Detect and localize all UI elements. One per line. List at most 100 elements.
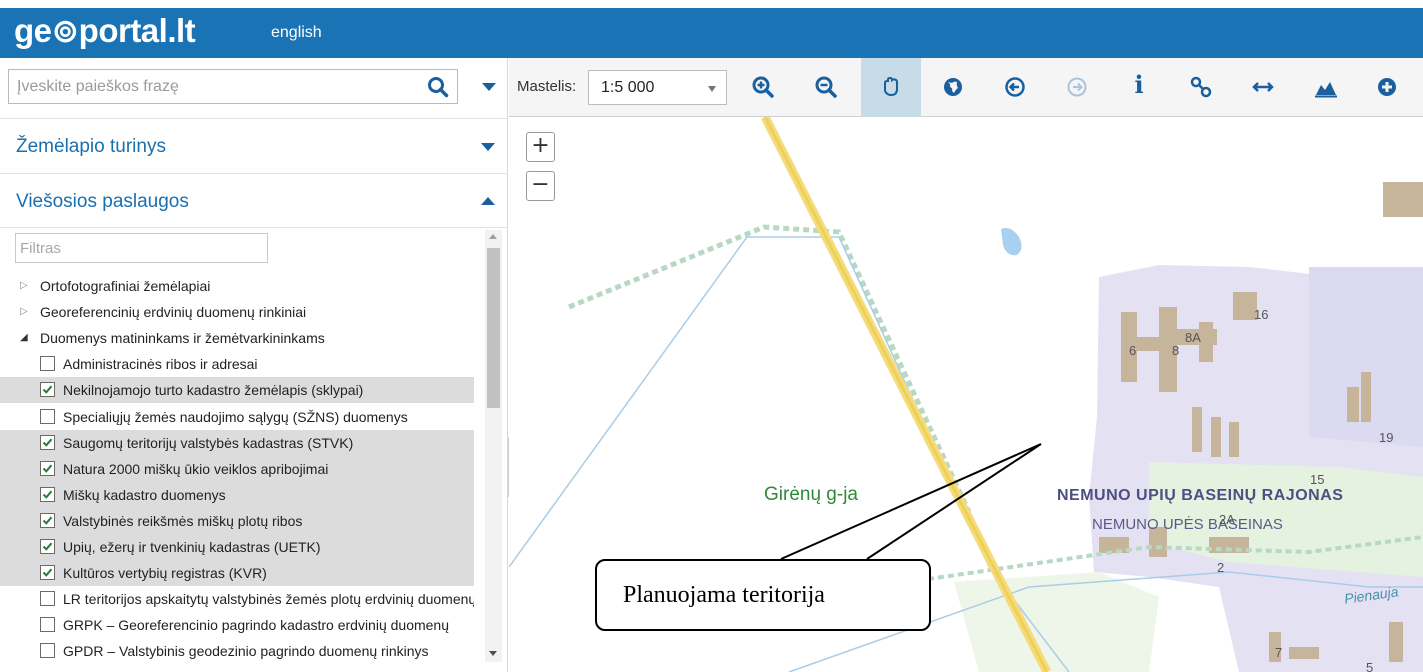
tree-layer-label: Nekilnojamojo turto kadastro žemėlapis (…: [63, 382, 364, 399]
search-options-chevron-down-icon[interactable]: [482, 83, 496, 91]
tree-layer-row[interactable]: Valstybinės reikšmės miškų plotų ribos: [0, 507, 474, 534]
tree-layer-row[interactable]: Specialiųjų žemės naudojimo sąlygų (SŽNS…: [0, 404, 474, 430]
tree-folder[interactable]: ◢ Duomenys matininkams ir žemėtvarkininka…: [0, 325, 474, 351]
checkbox-checked[interactable]: [40, 512, 55, 528]
tree-layer-label: LR teritorijos apskaitytų valstybinės že…: [63, 591, 474, 608]
tree-layer-row[interactable]: LR teritorijos apskaitytų valstybinės že…: [0, 586, 474, 612]
previous-extent-button[interactable]: [985, 58, 1045, 117]
checkmark-icon: [42, 516, 53, 525]
house-number: 2: [1217, 560, 1225, 575]
link-icon: [1190, 76, 1212, 98]
measure-button[interactable]: [1233, 58, 1293, 117]
park-area-west: [954, 572, 1159, 672]
checkbox-checked[interactable]: [40, 434, 55, 450]
scroll-up-icon[interactable]: [489, 234, 497, 239]
track-dashed: [568, 224, 972, 514]
scroll-thumb[interactable]: [487, 248, 500, 408]
chevron-down-icon: [708, 86, 716, 92]
checkbox-checked[interactable]: [40, 382, 55, 398]
callout-box: Planuojama teritorija: [595, 559, 931, 631]
checkbox-checked[interactable]: [40, 460, 55, 476]
callout-text: Planuojama teritorija: [623, 582, 825, 608]
scale-select[interactable]: 1:5 000: [588, 70, 727, 105]
tree-layer-label: Natura 2000 miškų ūkio veiklos apribojim…: [63, 460, 329, 477]
checkbox-unchecked[interactable]: [40, 591, 55, 607]
checkbox-unchecked[interactable]: [40, 356, 55, 372]
tree-folder[interactable]: ▷ Georeferencinių erdvinių duomenų rinkin…: [0, 299, 474, 325]
map-canvas[interactable]: + − Girėnų g-ja NEMUNO UPIŲ BASEINŲ RAJO…: [509, 117, 1423, 672]
checkbox-checked[interactable]: [40, 565, 55, 581]
street-label: Girėnų g-ja: [764, 484, 858, 505]
house-number: 15: [1310, 472, 1325, 487]
checkbox-unchecked[interactable]: [40, 408, 55, 424]
house-number: 19: [1379, 430, 1394, 445]
checkmark-icon: [42, 385, 53, 395]
district-label: NEMUNO UPIŲ BASEINŲ RAJONAS: [1057, 487, 1344, 504]
tree-layer-label: GRPK – Georeferencinio pagrindo kadastro…: [63, 617, 450, 634]
zoom-out-button[interactable]: [796, 58, 856, 117]
tree-folder-label: Ortofotografiniai žemėlapiai: [40, 278, 211, 294]
checkmark-icon: [42, 464, 53, 473]
add-button[interactable]: [1357, 58, 1417, 117]
share-link-button[interactable]: [1171, 58, 1231, 117]
tree-layer-row[interactable]: Upių, ežerų ir tvenkinių kadastras (UETK…: [0, 534, 474, 560]
zoom-in-button[interactable]: [733, 58, 793, 117]
tree-layer-label: Specialiųjų žemės naudojimo sąlygų (SŽNS…: [63, 408, 408, 425]
chevron-up-icon: [481, 197, 495, 205]
tree-layer-row[interactable]: GRPK – Georeferencinio pagrindo kadastro…: [0, 612, 474, 638]
section-public-services[interactable]: Viešosios paslaugos: [0, 173, 508, 228]
identify-button[interactable]: i: [1109, 58, 1169, 117]
house-number: 7: [1275, 645, 1283, 660]
language-link[interactable]: english: [271, 24, 322, 42]
caret-closed-icon[interactable]: ▷: [20, 299, 28, 325]
tree-scrollbar[interactable]: [485, 230, 502, 662]
tree-layer-row[interactable]: Administracinės ribos ir adresai: [0, 351, 474, 377]
tree-layer-row[interactable]: Saugomų teritorijų valstybės kadastras (…: [0, 429, 474, 456]
elevation-profile-button[interactable]: [1295, 58, 1355, 117]
section-public-services-label: Viešosios paslaugos: [16, 191, 189, 212]
checkbox-unchecked[interactable]: [40, 617, 55, 633]
plus-circle-icon: [1378, 78, 1396, 96]
checkmark-icon: [42, 438, 53, 447]
tree-folder[interactable]: ▷ Ortofotografiniai žemėlapiai: [0, 273, 474, 299]
map-zoom-out-button[interactable]: −: [526, 171, 555, 201]
map-zoom-in-button[interactable]: +: [526, 132, 555, 162]
scroll-down-icon[interactable]: [489, 651, 497, 656]
top-strip: [0, 0, 1423, 8]
left-panel: Žemėlapio turinys Viešosios paslaugos ▷ O…: [0, 58, 508, 672]
tree-layer-label: Valstybinės reikšmės miškų plotų ribos: [63, 512, 303, 529]
scale-label: Mastelis:: [517, 78, 577, 95]
zoom-out-icon: [815, 76, 837, 98]
tree-layer-row[interactable]: Natura 2000 miškų ūkio veiklos apribojim…: [0, 455, 474, 482]
tree-layer-label: Saugomų teritorijų valstybės kadastras (…: [63, 434, 354, 451]
arrow-right-circle-icon: [1067, 77, 1087, 97]
checkbox-unchecked[interactable]: [40, 643, 55, 659]
house-number: 5: [1366, 660, 1374, 672]
search-input[interactable]: [9, 70, 409, 103]
full-extent-button[interactable]: [923, 58, 983, 117]
checkbox-checked[interactable]: [40, 486, 55, 502]
pan-button[interactable]: [861, 58, 921, 117]
caret-closed-icon[interactable]: ▷: [20, 273, 28, 299]
section-map-content[interactable]: Žemėlapio turinys: [0, 118, 508, 173]
next-extent-button[interactable]: [1047, 58, 1107, 117]
pond: [1001, 228, 1022, 256]
search-box: [8, 69, 458, 104]
filter-input[interactable]: [15, 233, 268, 263]
tree-layer-row[interactable]: Miškų kadastro duomenys: [0, 481, 474, 508]
tree-layer-row[interactable]: GPDR – Valstybinis geodezinio pagrindo d…: [0, 638, 474, 664]
tree-layer-row[interactable]: Nekilnojamojo turto kadastro žemėlapis (…: [0, 377, 474, 404]
house-number: 16: [1254, 307, 1269, 322]
checkbox-checked[interactable]: [40, 539, 55, 554]
tree-layer-label: Upių, ežerų ir tvenkinių kadastras (UETK…: [63, 539, 321, 555]
measure-icon: [1252, 82, 1274, 92]
tree-layer-label: Miškų kadastro duomenys: [63, 486, 226, 503]
geoportal-logo[interactable]: ge⊚portal.lt: [14, 13, 196, 49]
chevron-down-icon: [481, 143, 495, 151]
caret-open-icon[interactable]: ◢: [20, 325, 28, 351]
checkmark-icon: [42, 490, 53, 499]
search-icon[interactable]: [427, 76, 449, 98]
hand-icon: [884, 76, 898, 97]
tree-layer-row[interactable]: Kultūros vertybių registras (KVR): [0, 560, 474, 587]
tree-layer-label: Kultūros vertybių registras (KVR): [63, 565, 267, 582]
